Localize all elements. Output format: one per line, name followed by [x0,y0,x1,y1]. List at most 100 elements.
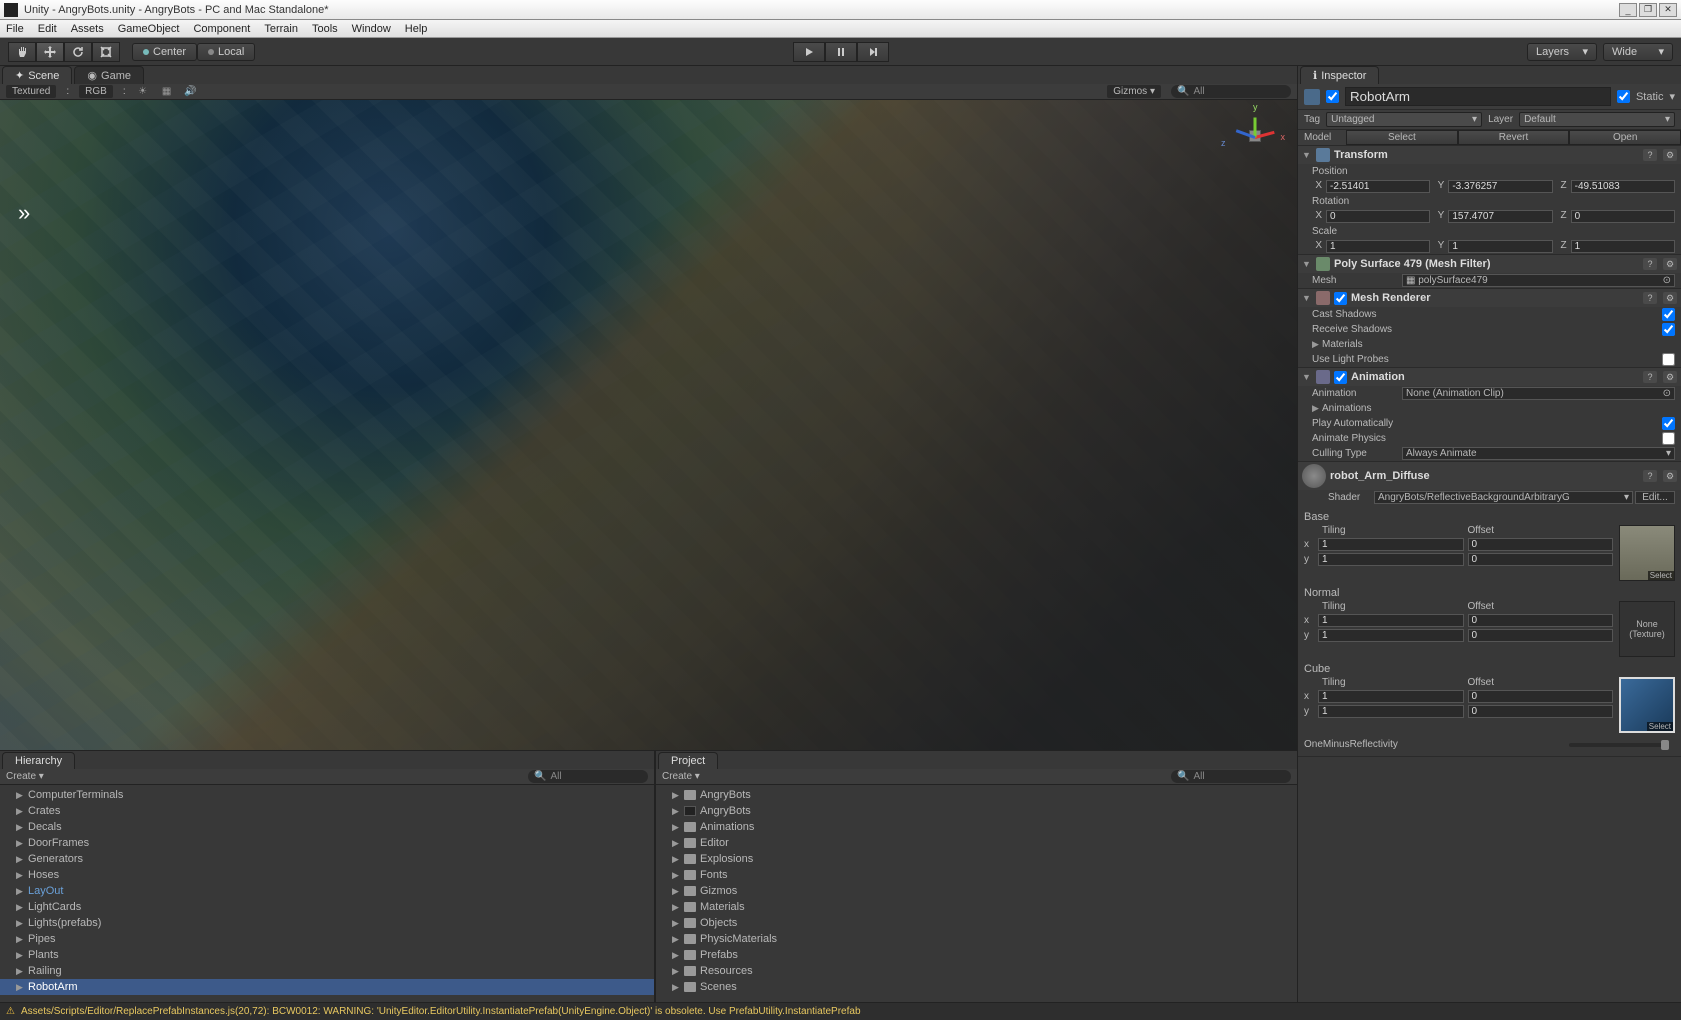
cube-texture-slot[interactable]: Select [1619,677,1675,733]
tab-project[interactable]: Project [658,752,718,769]
project-item[interactable]: ▶PhysicMaterials [656,931,1297,947]
rendermode-dropdown[interactable]: RGB [79,85,113,98]
animations-label[interactable]: Animations [1322,403,1412,414]
menu-file[interactable]: File [6,23,24,35]
orientation-gizmo[interactable]: x y z [1227,108,1283,164]
cube-offset-x[interactable] [1468,690,1614,703]
hierarchy-item[interactable]: ▶Generators [0,851,654,867]
move-tool[interactable] [36,42,64,62]
hierarchy-item[interactable]: ▶LightCards [0,899,654,915]
shading-dropdown[interactable]: Textured [6,85,56,98]
pivot-toggle[interactable]: Center [132,43,197,61]
gear-icon[interactable]: ⚙ [1663,470,1677,482]
hierarchy-item[interactable]: ▶DoorFrames [0,835,654,851]
rotate-tool[interactable] [64,42,92,62]
animphys-checkbox[interactable] [1662,432,1675,445]
menu-terrain[interactable]: Terrain [264,23,298,35]
lightprobes-checkbox[interactable] [1662,353,1675,366]
mesh-field[interactable]: ▦ polySurface479⊙ [1402,274,1675,287]
scene-view[interactable]: » x y z [0,100,1297,750]
object-active-checkbox[interactable] [1326,90,1339,103]
project-search[interactable]: 🔍All [1171,770,1291,783]
layout-dropdown[interactable]: Wide▾ [1603,43,1673,61]
foldout-icon[interactable]: ▼ [1302,150,1312,160]
prefab-open-button[interactable]: Open [1569,130,1681,145]
project-item[interactable]: ▶AngryBots [656,803,1297,819]
hierarchy-search[interactable]: 🔍All [528,770,648,783]
hierarchy-item[interactable]: ▶LayOut [0,883,654,899]
project-create-dropdown[interactable]: Create ▾ [662,771,700,782]
foldout-icon[interactable]: ▼ [1302,259,1312,269]
project-tree[interactable]: ▶AngryBots▶AngryBots▶Animations▶Editor▶E… [656,785,1297,1002]
menu-window[interactable]: Window [352,23,391,35]
base-offset-y[interactable] [1468,553,1614,566]
gear-icon[interactable]: ⚙ [1663,149,1677,161]
menu-help[interactable]: Help [405,23,428,35]
pause-button[interactable] [825,42,857,62]
gizmo-y-axis[interactable] [1254,118,1257,138]
base-tiling-x[interactable] [1318,538,1464,551]
help-icon[interactable]: ? [1643,371,1657,383]
normal-offset-y[interactable] [1468,629,1614,642]
foldout-icon[interactable]: ▼ [1302,372,1312,382]
hierarchy-tree[interactable]: ▶ComputerTerminals▶Crates▶Decals▶DoorFra… [0,785,654,1002]
menu-edit[interactable]: Edit [38,23,57,35]
fx-toggle-icon[interactable]: ▦ [160,86,174,98]
hierarchy-item[interactable]: ▶Crates [0,803,654,819]
normal-texture-slot[interactable]: None (Texture) [1619,601,1675,657]
project-item[interactable]: ▶Animations [656,819,1297,835]
project-item[interactable]: ▶Scenes [656,979,1297,995]
tab-hierarchy[interactable]: Hierarchy [2,752,75,769]
step-button[interactable] [857,42,889,62]
menu-gameobject[interactable]: GameObject [118,23,180,35]
scene-search[interactable]: 🔍All [1171,85,1291,98]
normal-offset-x[interactable] [1468,614,1614,627]
rotation-y[interactable] [1448,210,1552,223]
hierarchy-create-dropdown[interactable]: Create ▾ [6,771,44,782]
cube-offset-y[interactable] [1468,705,1614,718]
project-item[interactable]: ▶Editor [656,835,1297,851]
position-z[interactable] [1571,180,1675,193]
meshrenderer-enabled-checkbox[interactable] [1334,292,1347,305]
project-item[interactable]: ▶Gizmos [656,883,1297,899]
hierarchy-item[interactable]: ▶Hoses [0,867,654,883]
layers-dropdown[interactable]: Layers▾ [1527,43,1597,61]
tab-scene[interactable]: ✦Scene [2,66,72,84]
play-button[interactable] [793,42,825,62]
layer-dropdown[interactable]: Default▾ [1519,112,1675,127]
static-checkbox[interactable] [1617,90,1630,103]
audio-toggle-icon[interactable]: 🔊 [184,86,198,98]
help-icon[interactable]: ? [1643,470,1657,482]
animation-clip-field[interactable]: None (Animation Clip)⊙ [1402,387,1675,400]
project-item[interactable]: ▶Explosions [656,851,1297,867]
receiveshadows-checkbox[interactable] [1662,323,1675,336]
console-bar[interactable]: ⚠ Assets/Scripts/Editor/ReplacePrefabIns… [0,1002,1681,1020]
maximize-button[interactable]: ❐ [1639,3,1657,17]
hierarchy-item[interactable]: ▶Lights(prefabs) [0,915,654,931]
object-name-field[interactable] [1345,87,1611,106]
close-button[interactable]: ✕ [1659,3,1677,17]
gear-icon[interactable]: ⚙ [1663,258,1677,270]
menu-assets[interactable]: Assets [71,23,104,35]
playauto-checkbox[interactable] [1662,417,1675,430]
shader-dropdown[interactable]: AngryBots/ReflectiveBackgroundArbitraryG… [1374,491,1633,504]
menu-component[interactable]: Component [193,23,250,35]
hand-tool[interactable] [8,42,36,62]
shader-edit-button[interactable]: Edit... [1635,491,1675,504]
project-item[interactable]: ▶Materials [656,899,1297,915]
help-icon[interactable]: ? [1643,149,1657,161]
cullingtype-dropdown[interactable]: Always Animate▾ [1402,447,1675,460]
hierarchy-item[interactable]: ▶Plants [0,947,654,963]
rotation-x[interactable] [1326,210,1430,223]
omr-slider[interactable] [1569,743,1669,747]
hierarchy-item[interactable]: ▶RobotArm [0,979,654,995]
scale-x[interactable] [1326,240,1430,253]
materials-label[interactable]: Materials [1322,339,1412,350]
tab-inspector[interactable]: ℹInspector [1300,66,1379,84]
gear-icon[interactable]: ⚙ [1663,292,1677,304]
prefab-revert-button[interactable]: Revert [1458,130,1570,145]
gizmos-dropdown[interactable]: Gizmos ▾ [1107,85,1161,98]
hierarchy-item[interactable]: ▶Railing [0,963,654,979]
castshadows-checkbox[interactable] [1662,308,1675,321]
base-texture-slot[interactable]: Select [1619,525,1675,581]
